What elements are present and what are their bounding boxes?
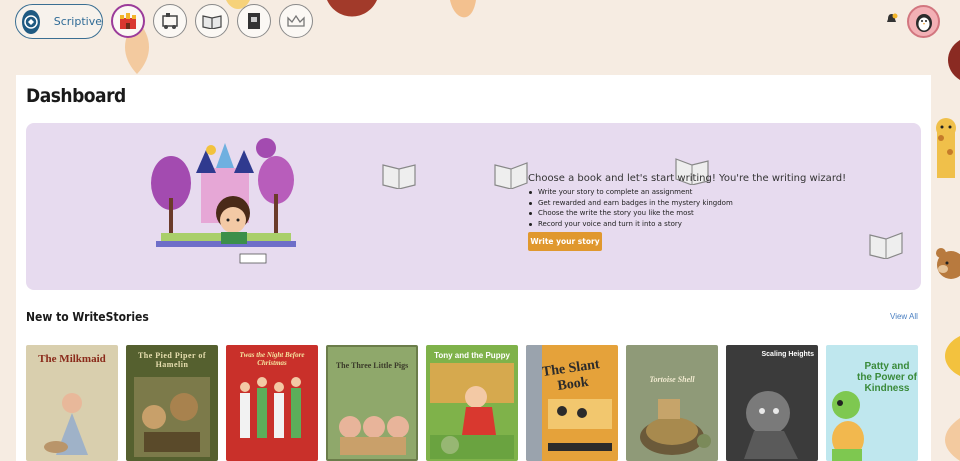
avatar[interactable] bbox=[907, 5, 940, 38]
open-book-icon bbox=[202, 15, 222, 29]
castle-icon bbox=[120, 13, 136, 29]
hero-bullet: Record your voice and turn it into a sto… bbox=[529, 219, 733, 230]
leaf-decoration bbox=[945, 336, 960, 376]
nav-open-book-button[interactable] bbox=[195, 4, 229, 38]
book-card[interactable]: The Three Little Pigs bbox=[326, 345, 418, 461]
hero-heading: Choose a book and let's start writing! Y… bbox=[528, 173, 847, 184]
top-bar: Scriptive bbox=[0, 0, 960, 46]
penguin-icon bbox=[915, 13, 932, 32]
book-icon bbox=[248, 13, 260, 29]
book-card[interactable]: Patty and the Power of Kindness bbox=[826, 345, 918, 461]
book-card[interactable]: The Pied Piper of Hamelin bbox=[126, 345, 218, 461]
book-title: Tortoise Shell bbox=[649, 375, 695, 384]
book-card[interactable]: Tortoise Shell bbox=[626, 345, 718, 461]
book-title: Twas the Night Before Christmas bbox=[239, 351, 305, 367]
floating-book-icon bbox=[869, 232, 903, 259]
book-cover-art bbox=[134, 377, 210, 457]
brand-logo-icon bbox=[22, 9, 40, 34]
hero-bullet-list: Write your story to complete an assignme… bbox=[529, 187, 733, 229]
page-title: Dashboard bbox=[26, 85, 126, 107]
nav-castle-button[interactable] bbox=[111, 4, 145, 38]
book-title: The Milkmaid bbox=[38, 353, 106, 365]
crown-icon bbox=[287, 14, 305, 27]
book-cover-art bbox=[339, 416, 409, 455]
leaf-decoration bbox=[945, 418, 960, 461]
hero-illustration bbox=[151, 138, 296, 264]
giraffe-decoration bbox=[936, 118, 956, 178]
nav-book-button[interactable] bbox=[237, 4, 271, 38]
book-card[interactable]: Twas the Night Before Christmas bbox=[226, 345, 318, 461]
book-card[interactable]: The Slant Book bbox=[526, 345, 618, 461]
book-cover-art bbox=[526, 345, 612, 461]
hero-bullet: Get rewarded and earn badges in the myst… bbox=[529, 198, 733, 209]
view-all-link[interactable]: View All bbox=[890, 312, 918, 321]
nav-crown-button[interactable] bbox=[279, 4, 313, 38]
book-title: Tony and the Puppy bbox=[434, 351, 510, 360]
book-cover-art bbox=[44, 393, 88, 455]
book-cover-art bbox=[832, 391, 864, 461]
book-title: The Three Little Pigs bbox=[335, 361, 409, 370]
section-title: New to WriteStories bbox=[26, 310, 149, 324]
nav-train-button[interactable] bbox=[153, 4, 187, 38]
floating-book-icon bbox=[382, 164, 416, 189]
book-card[interactable]: Tony and the Puppy bbox=[426, 345, 518, 461]
hero-bullet: Write your story to complete an assignme… bbox=[529, 187, 733, 198]
hero-banner: Choose a book and let's start writing! Y… bbox=[26, 123, 921, 290]
leaf-decoration bbox=[948, 40, 960, 80]
train-icon bbox=[162, 13, 178, 29]
bell-icon[interactable] bbox=[885, 13, 898, 26]
brand-name: Scriptive bbox=[53, 15, 102, 28]
book-cover-art bbox=[240, 377, 301, 438]
brand-button[interactable]: Scriptive bbox=[15, 4, 103, 39]
bear-decoration bbox=[936, 248, 960, 279]
book-cover-art bbox=[640, 399, 711, 455]
dashboard-panel: Dashboard Choose a book and let's start … bbox=[16, 75, 931, 461]
book-card[interactable]: Scaling Heights bbox=[726, 345, 818, 461]
hero-bullet: Choose the write the story you like the … bbox=[529, 208, 733, 219]
book-title: Scaling Heights bbox=[761, 351, 814, 358]
write-your-story-button[interactable]: Write your story bbox=[528, 232, 602, 251]
book-cover-art bbox=[744, 391, 798, 459]
floating-book-icon bbox=[494, 162, 528, 189]
book-cover-art bbox=[430, 363, 514, 459]
book-title: The Pied Piper of Hamelin bbox=[137, 351, 207, 369]
book-card[interactable]: The Milkmaid bbox=[26, 345, 118, 461]
